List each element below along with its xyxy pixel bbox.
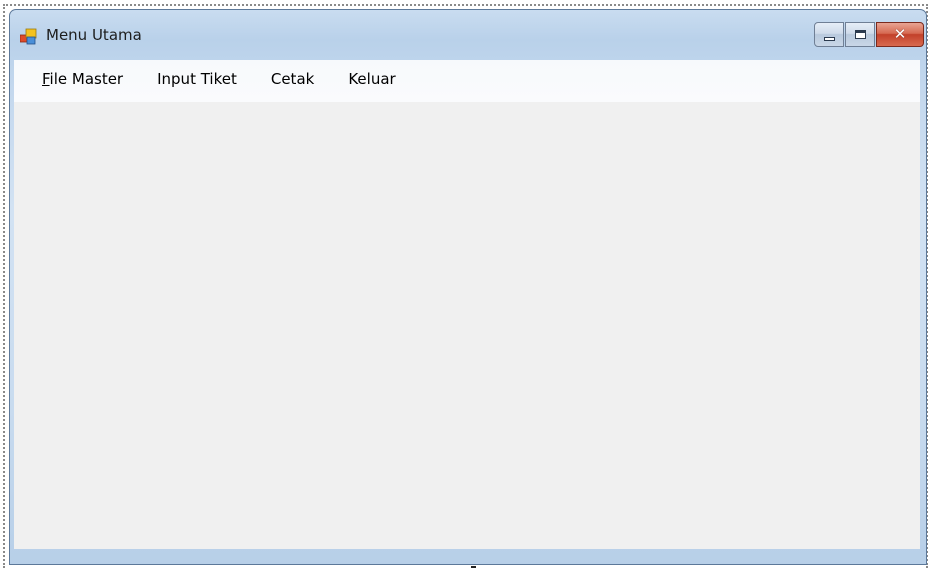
app-form-icon bbox=[20, 28, 37, 45]
close-button[interactable]: ✕ bbox=[876, 22, 924, 47]
form-client-area bbox=[14, 102, 920, 549]
title-bar[interactable] bbox=[10, 10, 926, 40]
minimize-icon bbox=[823, 36, 835, 41]
window-title: Menu Utama bbox=[46, 26, 142, 44]
menu-item-cetak[interactable]: Cetak bbox=[271, 70, 314, 88]
menu-mnemonic: F bbox=[42, 70, 50, 88]
maximize-icon bbox=[854, 30, 866, 39]
menu-bar: File Master Input Tiket Cetak Keluar bbox=[14, 60, 920, 102]
form-designer-surface: Menu Utama ✕ File Master Input Tiket Cet… bbox=[0, 0, 931, 568]
menu-item-keluar[interactable]: Keluar bbox=[348, 70, 395, 88]
caption-buttons: ✕ bbox=[814, 22, 924, 49]
close-icon: ✕ bbox=[893, 25, 907, 43]
menu-item-label: ile Master bbox=[49, 70, 124, 88]
menu-item-file-master[interactable]: File Master bbox=[42, 70, 123, 88]
menu-item-input-tiket[interactable]: Input Tiket bbox=[157, 70, 237, 88]
minimize-button[interactable] bbox=[814, 22, 844, 47]
maximize-button[interactable] bbox=[845, 22, 875, 47]
menu-items: File Master Input Tiket Cetak Keluar bbox=[42, 70, 430, 88]
